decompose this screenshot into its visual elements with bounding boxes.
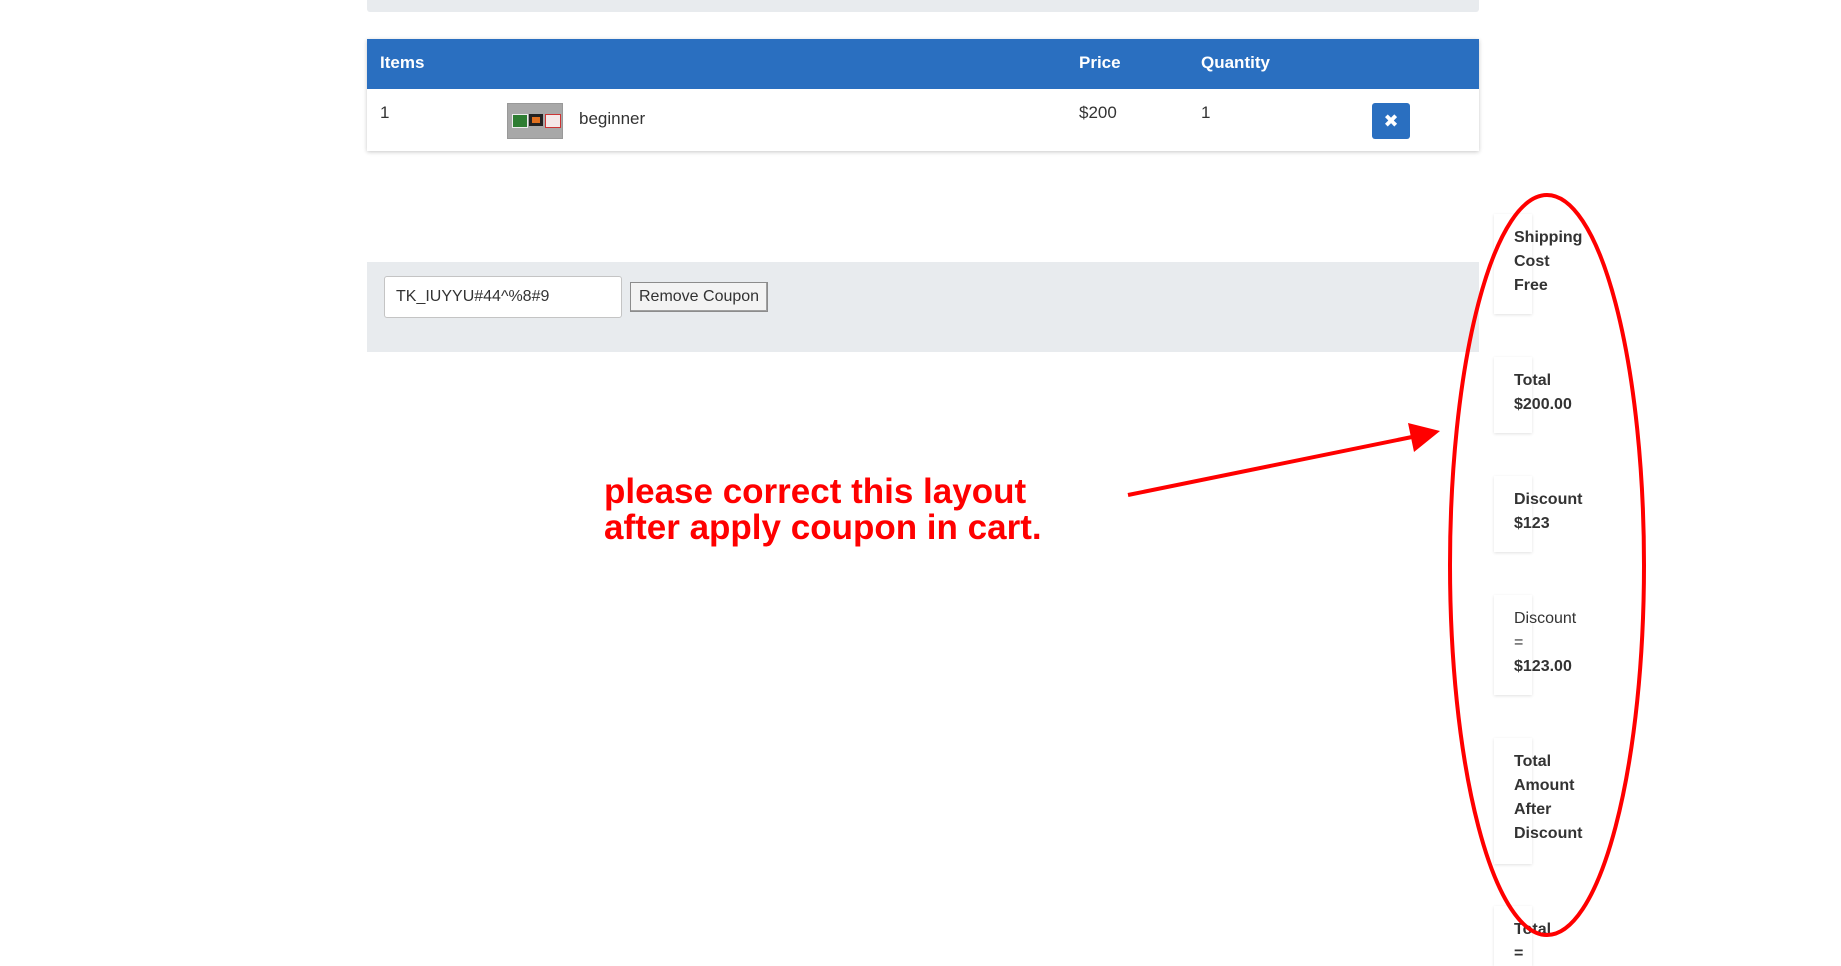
- row-index: 1: [380, 103, 390, 122]
- summary-label: Discount: [1514, 491, 1583, 508]
- row-price: $200: [1079, 103, 1117, 122]
- summary-value: $123.00: [1514, 658, 1572, 675]
- annotation-arrow-head: [1408, 423, 1440, 452]
- top-panel-strip: [367, 0, 1479, 12]
- header-price: Price: [1079, 53, 1121, 72]
- cart-table: Items Price Quantity 1 beginner $200 1 ✖: [367, 39, 1479, 151]
- product-thumbnail[interactable]: [507, 103, 563, 139]
- summary-value: Free: [1514, 277, 1548, 294]
- product-name[interactable]: beginner: [579, 109, 645, 129]
- summary-value: $123: [1514, 515, 1550, 532]
- summary-grand-total: Total =: [1514, 918, 1551, 966]
- summary-label: Total: [1514, 372, 1552, 389]
- annotation-text: please correct this layout after apply c…: [604, 472, 1042, 547]
- summary-amount-after-discount: Total Amount After Discount: [1514, 750, 1582, 846]
- summary-total: Total $200.00: [1514, 369, 1572, 417]
- summary-value: $200.00: [1514, 396, 1572, 413]
- coupon-panel: Remove Coupon: [367, 262, 1479, 352]
- summary-label: Total Amount After Discount: [1514, 753, 1583, 842]
- coupon-input[interactable]: [384, 276, 622, 318]
- close-icon: ✖: [1383, 111, 1399, 131]
- thumbnail-chip: [532, 117, 540, 123]
- summary-label: Shipping Cost: [1514, 229, 1583, 270]
- annotation-arrow-shaft: [1127, 435, 1413, 497]
- table-row: 1 beginner $200 1 ✖: [367, 89, 1479, 151]
- thumbnail-chip: [512, 114, 528, 128]
- summary-label: Discount =: [1514, 610, 1577, 651]
- row-quantity: 1: [1201, 103, 1211, 122]
- summary-discount-equals: Discount = $123.00: [1514, 607, 1576, 679]
- summary-discount: Discount $123: [1514, 488, 1582, 536]
- summary-label: Total =: [1514, 921, 1552, 962]
- summary-shipping: Shipping Cost Free: [1514, 226, 1582, 298]
- header-quantity: Quantity: [1201, 53, 1270, 72]
- cart-table-header: Items Price Quantity: [367, 39, 1479, 89]
- header-items: Items: [380, 53, 425, 72]
- thumbnail-chip: [545, 114, 561, 128]
- remove-item-button[interactable]: ✖: [1372, 103, 1410, 139]
- remove-coupon-button[interactable]: Remove Coupon: [630, 282, 769, 312]
